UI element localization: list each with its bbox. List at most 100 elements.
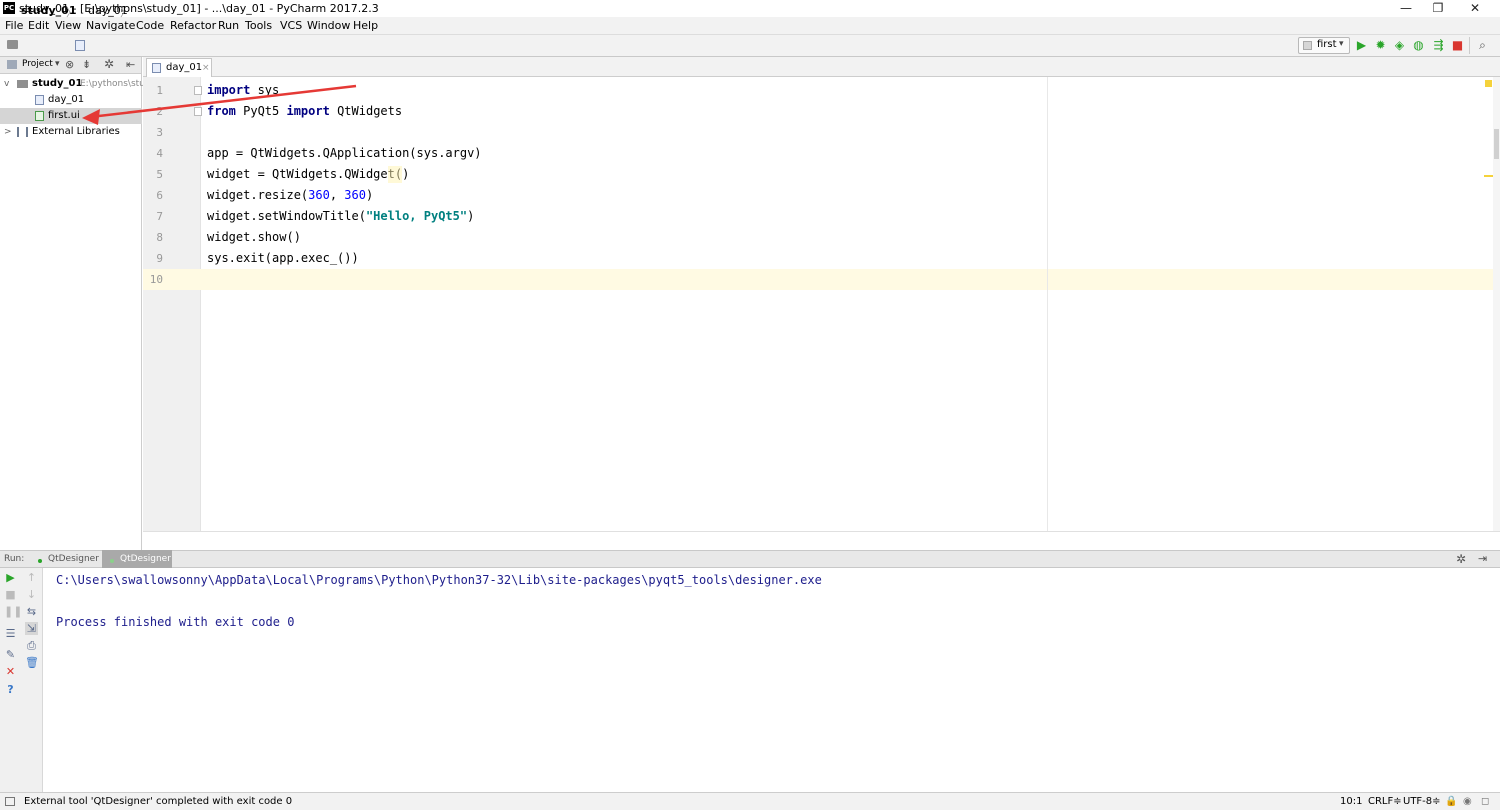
close-run-icon[interactable]: ✕ xyxy=(4,665,17,678)
current-line-highlight xyxy=(201,269,1493,290)
menu-run[interactable]: Run xyxy=(218,19,239,32)
code-text: widget.resize( xyxy=(207,188,309,202)
run-tab-label: QtDesigner xyxy=(48,554,99,564)
console-line: C:\Users\swallowsonny\AppData\Local\Prog… xyxy=(56,573,822,587)
menu-edit[interactable]: Edit xyxy=(28,19,49,32)
warning-stripe[interactable] xyxy=(1484,175,1493,177)
code-text: ) xyxy=(467,209,475,223)
stop-icon[interactable]: ■ xyxy=(4,588,17,601)
chevron-right-icon[interactable]: > xyxy=(4,124,12,140)
code-text: , xyxy=(329,188,345,202)
up-arrow-icon[interactable]: ↑ xyxy=(25,571,38,584)
pin-icon[interactable]: ✎ xyxy=(4,648,17,661)
file-encoding[interactable]: UTF-8≑ xyxy=(1403,796,1441,807)
folder-icon xyxy=(7,40,18,49)
coverage-icon[interactable]: ◈ xyxy=(1393,39,1406,52)
project-view-select[interactable]: Project xyxy=(22,59,53,69)
hector-icon[interactable]: ◉ xyxy=(1463,796,1472,807)
paren-match-highlight xyxy=(388,166,402,183)
minimize-button[interactable]: — xyxy=(1389,0,1423,17)
gear-icon[interactable]: ✲ xyxy=(104,57,114,71)
code-line-6: widget.resize(360, 360) xyxy=(207,185,373,206)
run-panel-label: Run: xyxy=(4,554,25,564)
hide-panel-icon[interactable]: ⇤ xyxy=(126,58,135,71)
folder-icon xyxy=(17,80,28,88)
scroll-to-end-icon[interactable]: ⇲ xyxy=(25,622,38,635)
library-icon xyxy=(17,127,28,137)
run-tab-qtdesigner-1[interactable]: QtDesigner xyxy=(30,550,100,568)
code-line-5: widget = QtWidgets.QWidget() xyxy=(207,167,410,181)
concurrency-icon[interactable]: ⇶ xyxy=(1432,39,1445,52)
trash-icon[interactable]: 🗑 xyxy=(25,656,39,669)
menu-refactor[interactable]: Refactor xyxy=(170,19,216,32)
menu-code[interactable]: Code xyxy=(136,19,164,32)
editor-scrollbar[interactable] xyxy=(1493,77,1500,531)
run-icon[interactable]: ▶ xyxy=(1355,39,1368,52)
lock-icon[interactable]: 🔒 xyxy=(1445,796,1457,807)
editor-horizontal-area xyxy=(143,531,1500,548)
menu-view[interactable]: View xyxy=(55,19,81,32)
line-number: 6 xyxy=(156,189,163,202)
tool-window-toggle-icon[interactable] xyxy=(5,797,15,806)
code-text: ) xyxy=(365,188,374,202)
status-message: External tool 'QtDesigner' completed wit… xyxy=(24,796,293,807)
breadcrumb-separator-icon: 〉 xyxy=(66,6,77,19)
menu-tools[interactable]: Tools xyxy=(245,19,272,32)
ui-file-icon xyxy=(35,111,44,121)
console-output[interactable] xyxy=(44,568,1500,792)
chevron-down-icon[interactable]: v xyxy=(4,76,9,92)
gear-icon[interactable]: ✲ xyxy=(1456,552,1466,566)
close-window-button[interactable]: ✕ xyxy=(1458,0,1492,17)
menu-help[interactable]: Help xyxy=(353,19,378,32)
run-tab-status-icon xyxy=(38,559,42,563)
run-config-icon xyxy=(1303,41,1312,50)
project-view-icon xyxy=(7,60,17,69)
menu-vcs[interactable]: VCS xyxy=(280,19,302,32)
inspection-indicator-icon[interactable] xyxy=(1485,80,1492,87)
line-number: 5 xyxy=(156,168,163,181)
run-tab-label: QtDesigner xyxy=(120,554,171,564)
restore-layout-icon[interactable]: ☰ xyxy=(4,627,17,640)
code-string: "Hello, PyQt5" xyxy=(365,209,468,223)
down-arrow-icon[interactable]: ↓ xyxy=(25,588,38,601)
line-number: 8 xyxy=(156,231,163,244)
caret-position[interactable]: 10:1 xyxy=(1340,796,1362,807)
hide-panel-icon[interactable]: ⇥ xyxy=(1478,552,1487,565)
menu-navigate[interactable]: Navigate xyxy=(86,19,135,32)
run-config-select[interactable]: first ▾ xyxy=(1298,37,1350,54)
code-number: 360 xyxy=(344,188,366,202)
help-icon[interactable]: ? xyxy=(4,683,17,696)
run-tab-qtdesigner-2[interactable]: QtDesigner xyxy=(102,550,172,568)
stop-icon[interactable]: ■ xyxy=(1451,39,1464,52)
event-log-icon[interactable]: ◻ xyxy=(1481,796,1489,807)
run-toolbar: ▶ ■ ❚❚ ☰ ✎ ✕ ? ↑ ↓ ⇆ ⇲ ⎙ 🗑 xyxy=(0,568,43,792)
pause-icon[interactable]: ❚❚ xyxy=(4,605,22,618)
close-tab-icon[interactable]: × xyxy=(202,59,210,77)
collapse-all-icon[interactable]: ⇟ xyxy=(82,58,91,71)
rerun-icon[interactable]: ▶ xyxy=(4,571,17,584)
debug-icon[interactable]: ✹ xyxy=(1374,39,1387,52)
code-line-4: app = QtWidgets.QApplication(sys.argv) xyxy=(207,146,482,160)
menu-window[interactable]: Window xyxy=(307,19,350,32)
menu-file[interactable]: File xyxy=(5,19,23,32)
soft-wrap-icon[interactable]: ⇆ xyxy=(25,605,38,618)
line-number: 9 xyxy=(156,252,163,265)
restore-button[interactable]: ❐ xyxy=(1421,0,1455,17)
sync-icon[interactable]: ⊗ xyxy=(65,58,74,71)
profile-icon[interactable]: ◍ xyxy=(1412,39,1425,52)
search-icon[interactable]: ⌕ xyxy=(1476,39,1489,52)
tab-day01[interactable]: day_01 × xyxy=(146,58,212,77)
toolbar-divider xyxy=(1469,37,1470,54)
run-panel-header xyxy=(0,550,1500,568)
status-bar: External tool 'QtDesigner' completed wit… xyxy=(0,792,1500,810)
line-separator[interactable]: CRLF≑ xyxy=(1368,796,1402,807)
code-line-7: widget.setWindowTitle("Hello, PyQt5") xyxy=(207,206,474,227)
scrollbar-thumb[interactable] xyxy=(1494,129,1499,159)
python-file-icon xyxy=(75,40,85,51)
menu-bar: File Edit View Navigate Code Refactor Ru… xyxy=(0,17,1500,35)
code-text: widget.setWindowTitle( xyxy=(207,209,366,223)
print-icon[interactable]: ⎙ xyxy=(25,639,38,652)
line-number: 10 xyxy=(149,273,163,286)
chevron-down-icon: ▾ xyxy=(55,59,60,69)
python-file-icon xyxy=(152,63,161,73)
